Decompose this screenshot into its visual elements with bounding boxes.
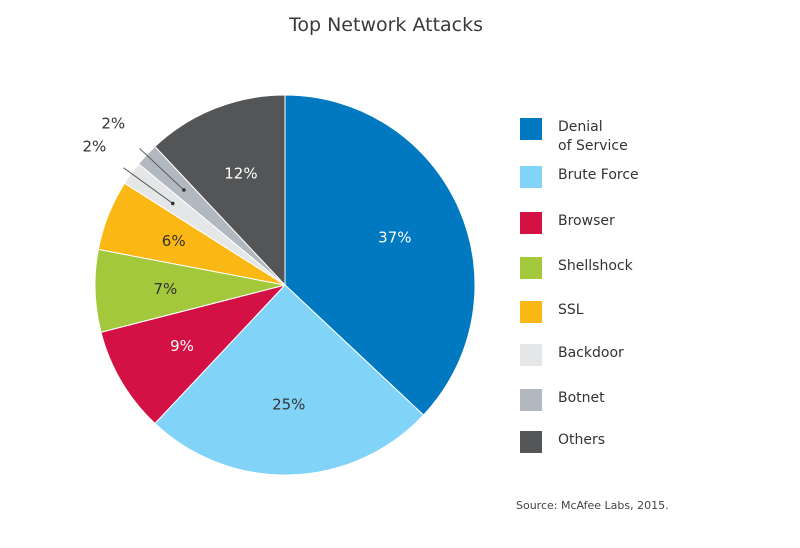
pie-slices [94, 94, 476, 476]
legend-swatch [520, 257, 542, 279]
source-note: Source: McAfee Labs, 2015. [516, 499, 669, 512]
legend-item-shellshock: Shellshock [520, 257, 688, 279]
legend-label: Denial of Service [558, 119, 628, 154]
slice-label-denial-of-service: 37% [378, 228, 411, 246]
legend-label: Botnet [558, 390, 605, 406]
leader-dot [170, 201, 175, 206]
legend-swatch [520, 118, 542, 140]
legend-swatch [520, 344, 542, 366]
legend-label: Others [558, 432, 606, 448]
slice-label-others: 12% [224, 165, 257, 183]
leader-dot [182, 188, 186, 192]
slice-label-shellshock: 7% [153, 280, 177, 298]
legend-item-brute-force: Brute Force [520, 166, 688, 188]
legend-swatch [520, 431, 542, 453]
legend-label: Brute Force [558, 167, 639, 183]
slice-label-botnet: 2% [101, 115, 125, 133]
legend-item-ssl: SSL [520, 301, 688, 323]
legend-item-backdoor: Backdoor [520, 344, 688, 366]
legend-label: SSL [558, 302, 584, 318]
slice-label-backdoor: 2% [82, 138, 106, 156]
legend-swatch [520, 301, 542, 323]
slice-label-brute-force: 25% [272, 396, 305, 414]
legend-item-browser: Browser [520, 212, 688, 234]
legend-item-botnet: Botnet [520, 389, 688, 411]
slice-label-browser: 9% [170, 337, 194, 355]
legend-label: Browser [558, 213, 615, 229]
legend-swatch [520, 212, 542, 234]
legend-label: Shellshock [558, 258, 633, 274]
slice-label-ssl: 6% [162, 232, 186, 250]
legend-label: Backdoor [558, 345, 624, 361]
legend-item-denial-of-service: Denial of Service [520, 118, 688, 156]
legend-swatch [520, 389, 542, 411]
legend-item-others: Others [520, 431, 688, 453]
legend-swatch [520, 166, 542, 188]
